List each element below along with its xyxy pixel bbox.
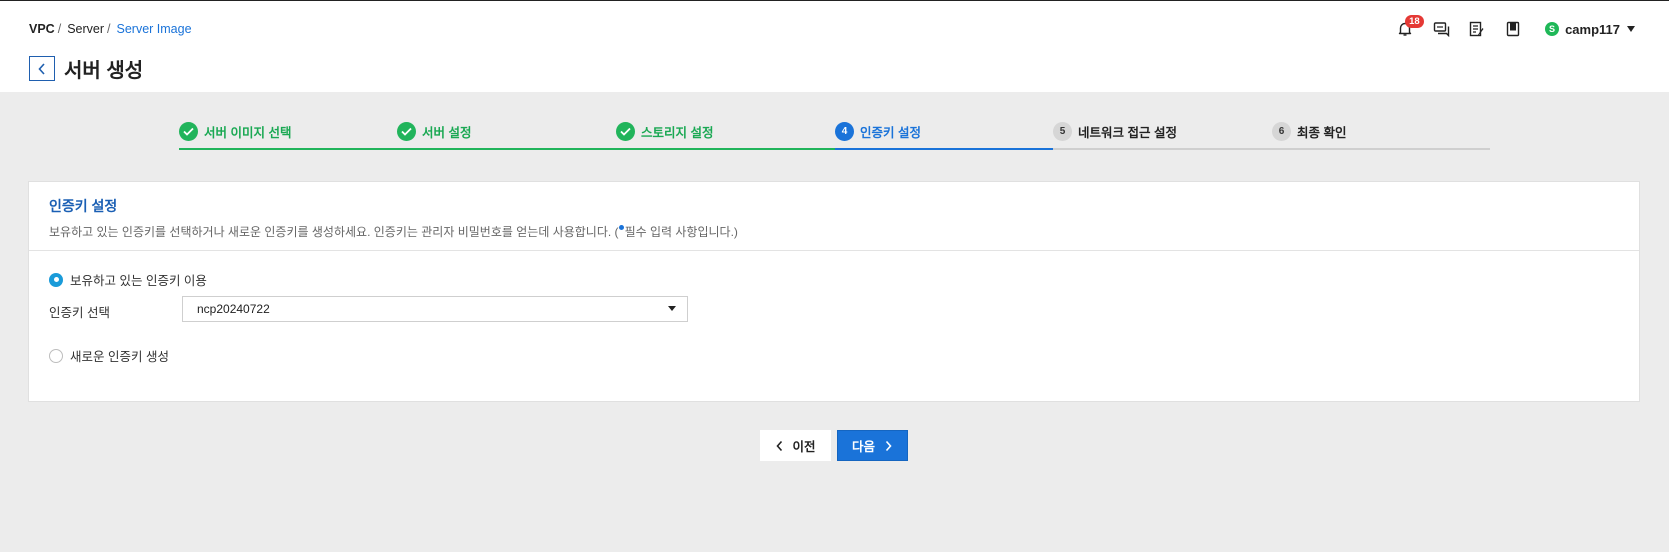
step-number: 6 <box>1272 122 1291 141</box>
chevron-left-icon <box>775 440 784 452</box>
radio-existing-key[interactable] <box>49 272 63 287</box>
guide-button[interactable] <box>1503 19 1523 39</box>
chevron-left-icon <box>38 62 45 75</box>
breadcrumb-separator: / <box>107 22 111 36</box>
step-network-access: 5 네트워크 접근 설정 <box>1053 122 1177 141</box>
option-existing-label: 보유하고 있는 인증키 이용 <box>70 274 207 288</box>
avatar: S <box>1545 22 1560 36</box>
back-button[interactable] <box>29 56 55 81</box>
card-header: 인증키 설정 보유하고 있는 인증키를 선택하거나 새로운 인증키를 생성하세요… <box>29 182 1639 251</box>
breadcrumb-server[interactable]: Server <box>67 22 104 36</box>
top-bar: VPC / Server / Server Image 서버 생성 18 S c… <box>0 0 1669 92</box>
step-track-active <box>835 148 1053 150</box>
notifications-button[interactable]: 18 <box>1395 15 1424 39</box>
step-label: 서버 설정 <box>422 126 472 140</box>
step-server-settings: 서버 설정 <box>397 122 471 141</box>
option-existing-key[interactable]: 보유하고 있는 인증키 이용 <box>49 270 207 289</box>
step-track-done <box>179 148 835 150</box>
card-description: 보유하고 있는 인증키를 선택하거나 새로운 인증키를 생성하세요. 인증키는 … <box>49 223 1619 240</box>
next-label: 다음 <box>851 440 875 454</box>
header-actions: 18 S camp117 <box>1379 15 1635 39</box>
edit-note-icon <box>1469 21 1484 37</box>
book-icon <box>1506 21 1520 37</box>
chevron-right-icon <box>884 440 893 452</box>
page-title: 서버 생성 <box>64 60 144 82</box>
step-progress: 서버 이미지 선택 서버 설정 스토리지 설정 4 인증키 설정 5 네트워크 … <box>179 120 1490 152</box>
step-number: 4 <box>835 122 854 141</box>
step-server-image: 서버 이미지 선택 <box>179 122 291 141</box>
step-auth-key: 4 인증키 설정 <box>835 122 921 141</box>
check-icon <box>397 122 416 141</box>
option-new-key[interactable]: 새로운 인증키 생성 <box>49 346 169 365</box>
option-new-label: 새로운 인증키 생성 <box>70 350 169 364</box>
user-name: camp117 <box>1565 21 1620 37</box>
breadcrumb-vpc[interactable]: VPC <box>29 22 55 36</box>
radio-new-key[interactable] <box>49 348 63 363</box>
chat-icon <box>1433 22 1449 37</box>
step-label: 네트워크 접근 설정 <box>1078 126 1177 140</box>
step-storage-settings: 스토리지 설정 <box>616 122 713 141</box>
step-label: 서버 이미지 선택 <box>204 126 292 140</box>
prev-label: 이전 <box>792 440 816 454</box>
auth-key-card: 인증키 설정 보유하고 있는 인증키를 선택하거나 새로운 인증키를 생성하세요… <box>28 181 1640 402</box>
required-note: 필수 입력 사항입니다.) <box>624 225 738 239</box>
step-label: 스토리지 설정 <box>641 126 714 140</box>
select-value: ncp20240722 <box>197 302 270 316</box>
step-number: 5 <box>1053 122 1072 141</box>
check-icon <box>616 122 635 141</box>
breadcrumb-separator: / <box>57 22 62 36</box>
step-label: 인증키 설정 <box>860 126 921 140</box>
next-button[interactable]: 다음 <box>837 430 908 461</box>
caret-down-icon <box>668 306 676 311</box>
edit-note-button[interactable] <box>1467 19 1487 39</box>
breadcrumb-server-image[interactable]: Server Image <box>117 22 192 36</box>
chevron-down-icon <box>1627 26 1635 32</box>
description-text: 보유하고 있는 인증키를 선택하거나 새로운 인증키를 생성하세요. 인증키는 … <box>49 225 619 239</box>
notification-badge: 18 <box>1405 15 1424 28</box>
chat-button[interactable] <box>1431 19 1451 39</box>
breadcrumb: VPC / Server / Server Image <box>29 22 192 36</box>
required-dot-icon <box>618 225 624 230</box>
step-label: 최종 확인 <box>1297 126 1347 140</box>
prev-button[interactable]: 이전 <box>760 430 831 461</box>
title-row: 서버 생성 <box>29 54 143 83</box>
user-menu[interactable]: S camp117 <box>1545 22 1635 37</box>
check-icon <box>179 122 198 141</box>
card-title: 인증키 설정 <box>49 198 118 214</box>
select-label: 인증키 선택 <box>49 306 110 320</box>
step-final-check: 6 최종 확인 <box>1272 122 1346 141</box>
auth-key-select[interactable]: ncp20240722 <box>182 296 688 322</box>
